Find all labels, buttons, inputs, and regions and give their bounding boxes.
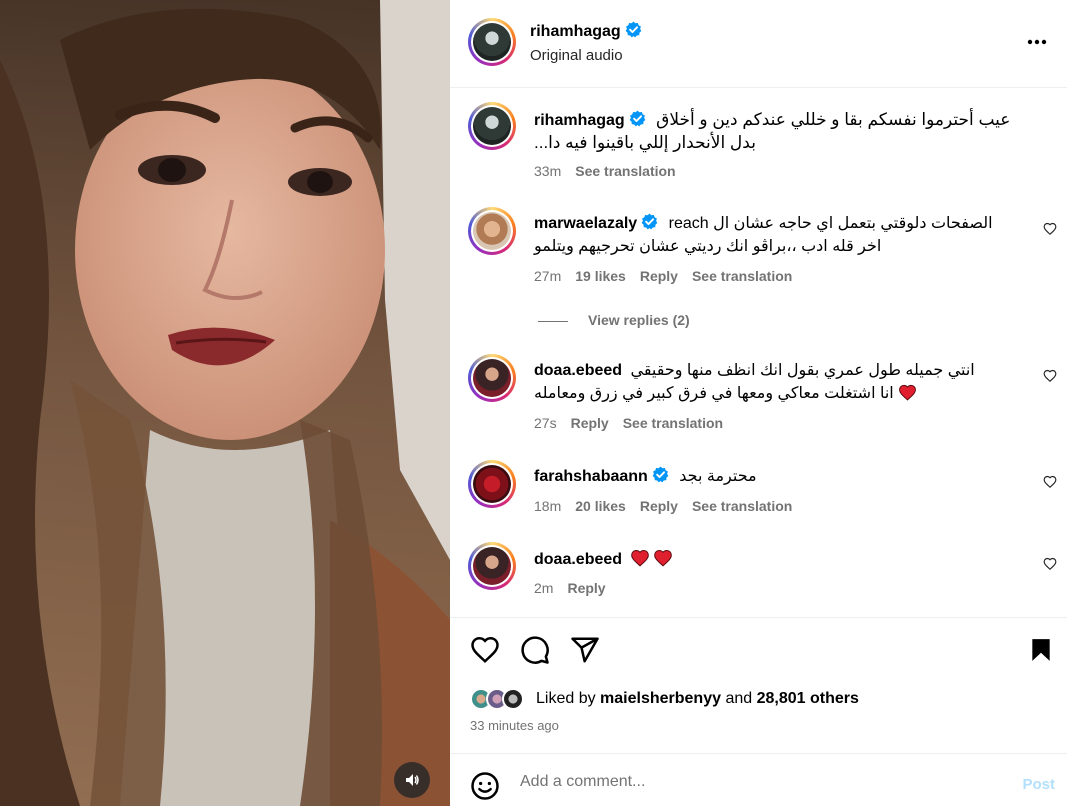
comment-time[interactable]: 27s <box>534 415 557 431</box>
comment-likes[interactable]: 20 likes <box>575 498 626 514</box>
caption-text-2: بدل الأنحدار إللي باقينوا فيه دا... <box>534 133 756 152</box>
heart-icon[interactable] <box>1043 222 1057 236</box>
comment-username[interactable]: doaa.ebeed <box>534 362 622 379</box>
comment-username[interactable]: marwaelazaly <box>534 215 637 232</box>
comment-text-2: انا اشتغلت معاكي ومعها في فرق كبير في زر… <box>534 385 894 402</box>
see-translation-button[interactable]: See translation <box>692 498 792 514</box>
comment-text-1: انتي جميله طول عمري بقول انك انظف منها و… <box>630 362 975 379</box>
caption-text-1: عيب أحترموا نفسكم بقا و خللي عندكم دين و… <box>656 110 1011 129</box>
comment-username[interactable]: farahshabaann <box>534 468 648 485</box>
share-icon[interactable] <box>570 635 600 665</box>
comment-line-1: farahshabaann محترمة بجد <box>534 466 757 486</box>
emoji-icon[interactable] <box>470 771 500 801</box>
comment-line-1: doaa.ebeed انتي جميله طول عمري بقول انك … <box>534 360 975 380</box>
comment-time[interactable]: 2m <box>534 580 553 596</box>
header-user: rihamhagag Original audio <box>530 21 642 64</box>
red-heart-emoji-icon <box>631 549 650 567</box>
heart-icon[interactable] <box>1043 475 1057 489</box>
audio-label[interactable]: Original audio <box>530 47 642 64</box>
liked-by-and: and <box>725 690 753 707</box>
view-replies-button[interactable]: View replies (2) <box>538 312 690 328</box>
see-translation-button[interactable]: See translation <box>623 415 723 431</box>
post-header: rihamhagag Original audio <box>450 0 1067 88</box>
caption-username[interactable]: rihamhagag <box>534 112 625 129</box>
caption-time[interactable]: 33m <box>534 163 561 179</box>
post-button[interactable]: Post <box>1022 776 1055 793</box>
comment-input[interactable] <box>520 768 1000 796</box>
red-heart-emoji-icon <box>899 384 917 401</box>
post-panel: rihamhagag Original audio rihamhagag عيب… <box>450 0 1067 806</box>
comment-text-1: الصفحات دلوقتي بتعمل اي حاجه عشان ال rea… <box>668 215 993 232</box>
reply-button[interactable]: Reply <box>571 415 609 431</box>
comment-username[interactable]: doaa.ebeed <box>534 551 622 568</box>
reply-button[interactable]: Reply <box>640 268 678 284</box>
comment-line-2: انا اشتغلت معاكي ومعها في فرق كبير في زر… <box>534 383 917 403</box>
verified-icon <box>625 21 642 38</box>
verified-icon <box>652 466 669 483</box>
volume-icon <box>406 774 419 786</box>
comment-icon[interactable] <box>520 635 550 665</box>
replies-divider <box>538 320 568 322</box>
comment-box: Post <box>450 753 1067 806</box>
likes-summary[interactable]: Liked by maielsherbenyy and 28,801 other… <box>470 686 859 712</box>
caption-line-1: rihamhagag عيب أحترموا نفسكم بقا و خللي … <box>534 110 1010 130</box>
verified-icon <box>641 213 658 230</box>
liked-by-prefix: Liked by <box>536 690 596 707</box>
reply-button[interactable]: Reply <box>567 580 605 596</box>
comment-time[interactable]: 27m <box>534 268 561 284</box>
avatar[interactable] <box>468 460 516 508</box>
view-replies-label: View replies (2) <box>588 312 690 328</box>
likes-count[interactable]: 28,801 others <box>757 690 859 708</box>
see-translation-button[interactable]: See translation <box>575 163 675 179</box>
post-media[interactable] <box>0 0 450 806</box>
verified-icon <box>629 110 646 127</box>
more-button[interactable] <box>1025 30 1049 54</box>
post-timestamp[interactable]: 33 minutes ago <box>470 718 559 733</box>
see-translation-button[interactable]: See translation <box>692 268 792 284</box>
comment-text-1: محترمة بجد <box>679 468 757 485</box>
more-icon <box>1027 39 1047 45</box>
comment-meta: 18m 20 likes Reply See translation <box>534 498 806 514</box>
video-frame <box>0 0 450 806</box>
mute-button[interactable] <box>394 762 430 798</box>
comment-time[interactable]: 18m <box>534 498 561 514</box>
liked-by-user[interactable]: maielsherbenyy <box>600 690 721 708</box>
heart-icon[interactable] <box>1043 369 1057 383</box>
avatar[interactable] <box>468 354 516 402</box>
avatar[interactable] <box>468 542 516 590</box>
avatar[interactable] <box>468 102 516 150</box>
comment-line-1: doaa.ebeed <box>534 548 673 569</box>
comment-line-1: marwaelazaly الصفحات دلوقتي بتعمل اي حاج… <box>534 213 993 233</box>
liker-avatar <box>502 688 524 710</box>
comment-meta: 2m Reply <box>534 580 620 596</box>
red-heart-emoji-icon <box>654 549 673 567</box>
heart-icon[interactable] <box>1043 557 1057 571</box>
comment-likes[interactable]: 19 likes <box>575 268 626 284</box>
comment-meta: 27s Reply See translation <box>534 415 737 431</box>
author-username[interactable]: rihamhagag <box>530 23 621 40</box>
heart-icon[interactable] <box>470 635 500 665</box>
comment-text-2: اخر قله ادب ،،براڤو انك رديتي عشان تحرجي… <box>534 238 882 255</box>
bookmark-icon[interactable] <box>1028 635 1054 665</box>
reply-button[interactable]: Reply <box>640 498 678 514</box>
comment-meta: 27m 19 likes Reply See translation <box>534 268 806 284</box>
caption-meta: 33m See translation <box>534 163 690 179</box>
avatar[interactable] <box>468 207 516 255</box>
avatar[interactable] <box>468 18 516 66</box>
